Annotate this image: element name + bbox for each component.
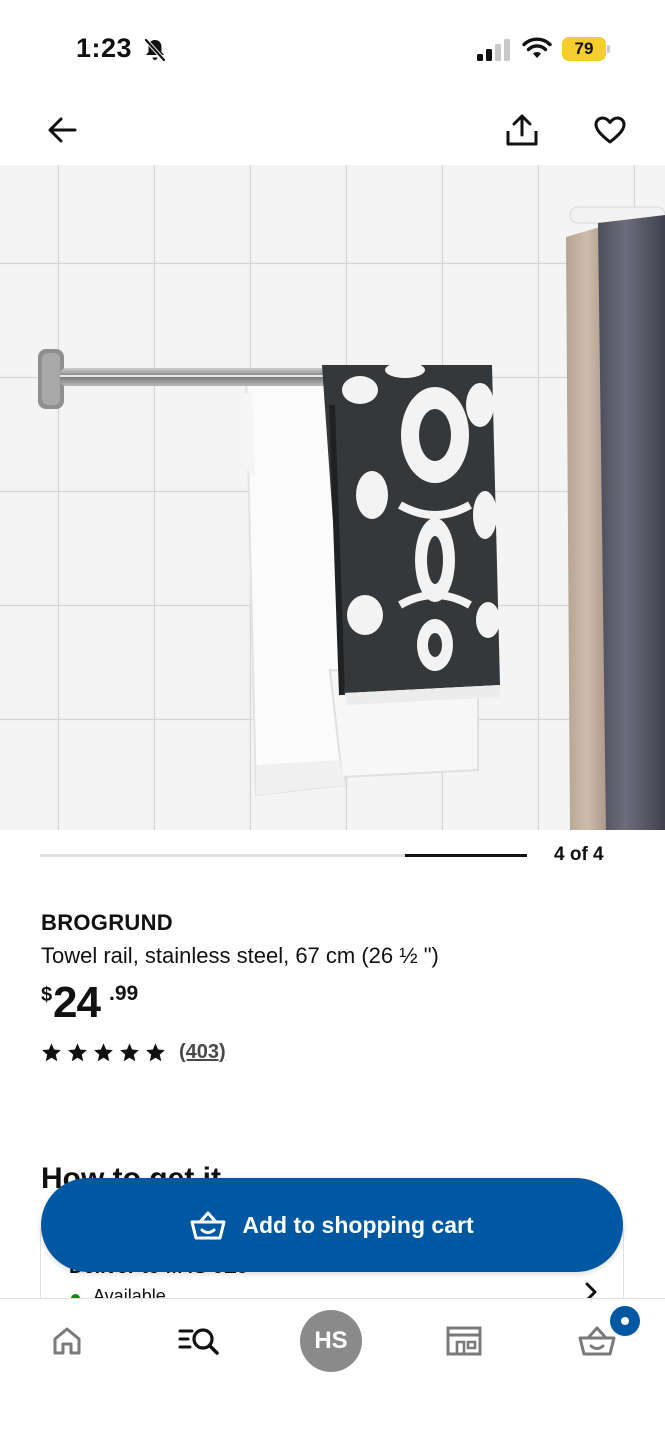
cellular-signal-icon: [477, 39, 510, 61]
star-icon: [146, 1042, 165, 1061]
carousel-progress-thumb: [405, 854, 527, 857]
cart-badge-dot: [621, 1317, 629, 1325]
image-carousel-indicator: 4 of 4: [0, 840, 665, 870]
shopping-basket-icon: [578, 1326, 616, 1356]
carousel-counter: 4 of 4: [554, 844, 604, 865]
heart-icon: [594, 116, 626, 144]
bell-slash-icon: [144, 38, 166, 62]
product-description: Towel rail, stainless steel, 67 cm (26 ½…: [41, 943, 439, 968]
price-decimal: .99: [109, 982, 139, 1005]
tab-search[interactable]: [167, 1313, 231, 1369]
star-icon: [120, 1042, 139, 1061]
back-button[interactable]: [40, 108, 84, 152]
tab-profile[interactable]: HS: [299, 1310, 363, 1372]
tab-stores[interactable]: [432, 1313, 496, 1369]
home-icon: [53, 1327, 81, 1355]
add-to-cart-label: Add to shopping cart: [242, 1211, 474, 1238]
carousel-progress-track: [40, 854, 527, 857]
product-name: BROGRUND: [41, 910, 173, 935]
share-button[interactable]: [500, 108, 544, 152]
favourite-button[interactable]: [588, 108, 632, 152]
price-integer: 24: [53, 978, 101, 1027]
arrow-left-icon: [48, 117, 77, 143]
cart-badge: [610, 1306, 640, 1336]
tab-home[interactable]: [35, 1313, 99, 1369]
status-bar: 1:23 79: [0, 0, 665, 96]
status-time: 1:23: [76, 33, 133, 63]
wifi-icon: [522, 37, 552, 58]
product-image[interactable]: [0, 165, 665, 830]
share-icon: [506, 114, 538, 146]
bottom-tab-bar: HS: [0, 1298, 665, 1440]
product-photo: [0, 165, 665, 830]
search-list-icon: [178, 1328, 219, 1355]
star-icon: [94, 1042, 113, 1061]
store-icon: [446, 1326, 482, 1356]
battery-icon: 79: [562, 37, 610, 61]
review-count-link[interactable]: (403): [179, 1041, 226, 1064]
battery-body: 79: [562, 37, 606, 61]
battery-level: 79: [574, 39, 594, 58]
battery-nub: [607, 45, 610, 53]
star-icon: [68, 1042, 87, 1061]
product-rating[interactable]: (403): [41, 1038, 226, 1066]
avatar: HS: [300, 1310, 362, 1372]
add-to-cart-button[interactable]: Add to shopping cart: [41, 1178, 623, 1272]
star-icon: [42, 1042, 61, 1061]
price-currency: $: [41, 984, 53, 1006]
top-navigation: [0, 100, 665, 160]
shopping-basket-icon: [190, 1211, 226, 1240]
rating-stars: [41, 1042, 171, 1063]
